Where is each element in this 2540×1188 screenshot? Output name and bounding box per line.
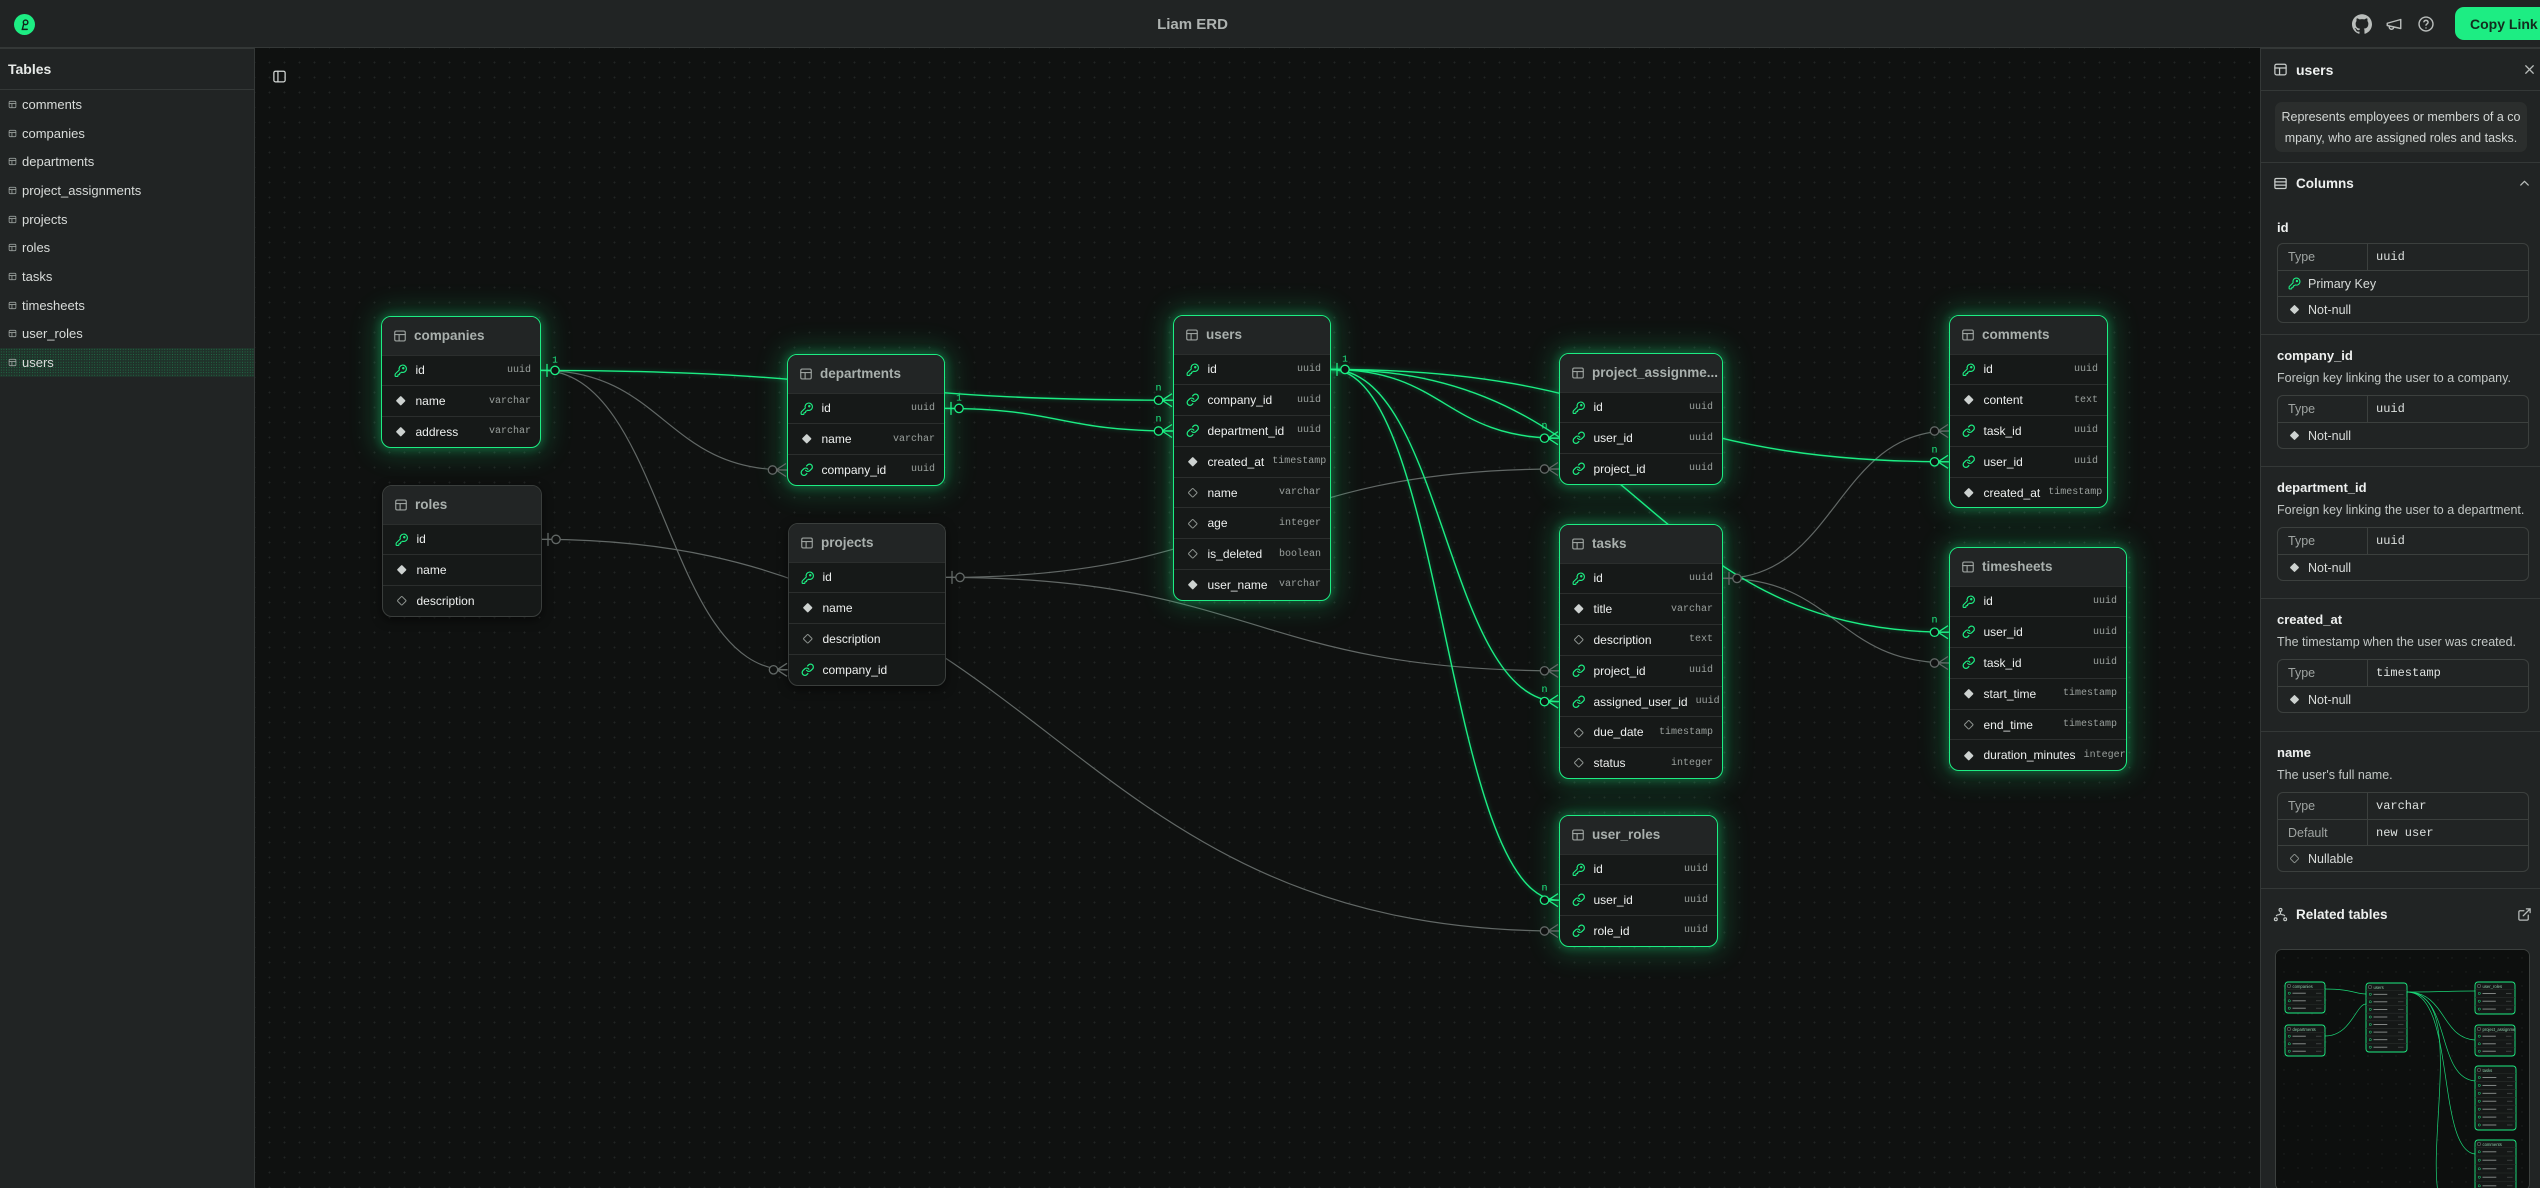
svg-text:tasks: tasks xyxy=(2483,1068,2493,1073)
svg-text:1: 1 xyxy=(1342,353,1348,364)
svg-text:n: n xyxy=(1541,685,1547,696)
svg-text:user_roles: user_roles xyxy=(2483,984,2503,989)
svg-text:project_assignme: project_assignme xyxy=(2483,1027,2516,1032)
svg-text:n: n xyxy=(1931,616,1937,627)
svg-text:users: users xyxy=(2374,985,2384,990)
svg-text:n: n xyxy=(1541,884,1547,895)
svg-text:n: n xyxy=(1541,422,1547,433)
svg-text:n: n xyxy=(1931,445,1937,456)
svg-text:companies: companies xyxy=(2293,984,2313,989)
svg-text:n: n xyxy=(1155,415,1161,426)
svg-text:departments: departments xyxy=(2293,1027,2316,1032)
svg-text:n: n xyxy=(1155,384,1161,395)
svg-text:1: 1 xyxy=(552,354,558,365)
svg-text:1: 1 xyxy=(956,392,962,403)
svg-text:comments: comments xyxy=(2483,1142,2502,1147)
